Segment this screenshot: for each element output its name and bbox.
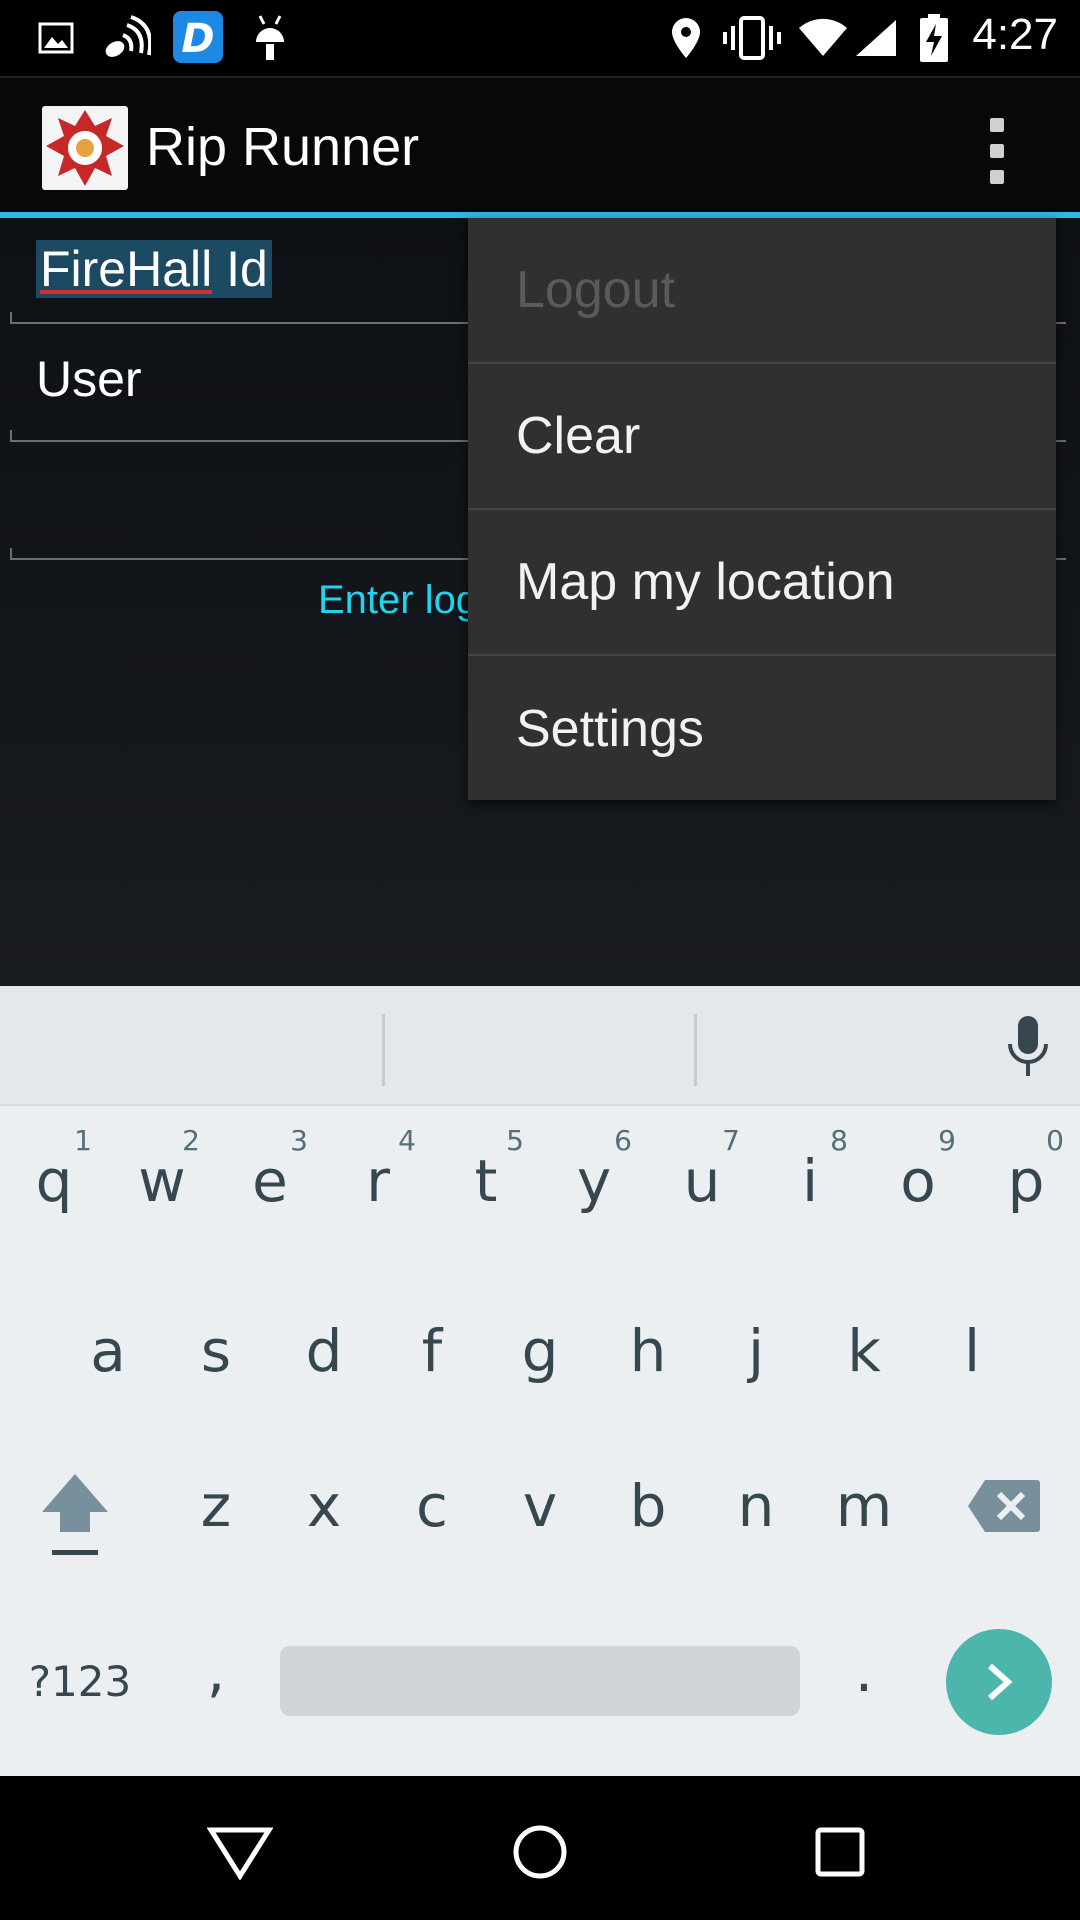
- signal-broadcast-icon: [100, 14, 152, 62]
- android-debug-icon: [250, 14, 290, 62]
- firehall-value: FireHall Id: [40, 241, 268, 297]
- menu-item-clear[interactable]: Clear: [468, 364, 1056, 510]
- key-c[interactable]: c: [378, 1431, 486, 1581]
- key-comma[interactable]: ,: [162, 1596, 270, 1746]
- key-j[interactable]: j: [702, 1276, 810, 1426]
- space-bar[interactable]: [280, 1646, 800, 1716]
- vibrate-icon: [722, 14, 782, 62]
- key-hint: 7: [722, 1124, 740, 1157]
- key-b[interactable]: b: [594, 1431, 702, 1581]
- key-label: t: [474, 1147, 498, 1215]
- key-e[interactable]: e3: [216, 1106, 324, 1256]
- suggestion-divider: [382, 1014, 385, 1086]
- key-hint: 8: [830, 1124, 848, 1157]
- key-hint: 0: [1046, 1124, 1064, 1157]
- key-hint: 9: [938, 1124, 956, 1157]
- key-y[interactable]: y6: [540, 1106, 648, 1256]
- location-icon: [666, 14, 706, 62]
- key-hint: 6: [614, 1124, 632, 1157]
- key-label: o: [900, 1147, 936, 1215]
- wifi-icon: [798, 14, 848, 62]
- home-icon[interactable]: [500, 1812, 580, 1892]
- shift-icon: [42, 1474, 108, 1555]
- key-label: u: [683, 1147, 721, 1215]
- key-label: r: [366, 1147, 390, 1215]
- user-input[interactable]: User: [36, 350, 142, 408]
- overflow-menu-icon[interactable]: [974, 118, 1020, 184]
- key-k[interactable]: k: [810, 1276, 918, 1426]
- key-t[interactable]: t5: [432, 1106, 540, 1256]
- login-hint-text: Enter log: [318, 578, 479, 622]
- battery-charging-icon: [918, 14, 950, 62]
- microphone-icon[interactable]: [1006, 1014, 1050, 1085]
- menu-item-logout[interactable]: Logout: [468, 218, 1056, 364]
- key-label: p: [1007, 1147, 1045, 1215]
- key-p[interactable]: p0: [972, 1106, 1080, 1256]
- key-hint: 5: [506, 1124, 524, 1157]
- key-z[interactable]: z: [162, 1431, 270, 1581]
- key-u[interactable]: u7: [648, 1106, 756, 1256]
- key-n[interactable]: n: [702, 1431, 810, 1581]
- status-bar: D 4:27: [0, 0, 1080, 76]
- key-h[interactable]: h: [594, 1276, 702, 1426]
- status-time: 4:27: [972, 10, 1058, 59]
- shift-key[interactable]: [20, 1441, 130, 1591]
- key-l[interactable]: l: [918, 1276, 1026, 1426]
- key-hint: 4: [398, 1124, 416, 1157]
- svg-text:D: D: [181, 16, 214, 62]
- navigation-bar: [0, 1776, 1080, 1920]
- key-period[interactable]: .: [810, 1596, 918, 1746]
- key-label: i: [801, 1147, 819, 1215]
- spellcheck-underline: [40, 290, 212, 294]
- recents-icon[interactable]: [800, 1812, 880, 1892]
- key-q[interactable]: q1: [0, 1106, 108, 1256]
- key-o[interactable]: o9: [864, 1106, 972, 1256]
- key-w[interactable]: w2: [108, 1106, 216, 1256]
- app-logo: [42, 106, 128, 190]
- key-hint: 2: [182, 1124, 200, 1157]
- image-icon: [36, 14, 76, 62]
- key-hint: 3: [290, 1124, 308, 1157]
- overflow-menu: Logout Clear Map my location Settings: [468, 218, 1056, 800]
- backspace-key[interactable]: [948, 1431, 1060, 1581]
- firehall-input[interactable]: FireHall Id: [36, 240, 272, 298]
- key-v[interactable]: v: [486, 1431, 594, 1581]
- back-icon[interactable]: [200, 1812, 280, 1892]
- menu-item-map-my-location[interactable]: Map my location: [468, 510, 1056, 656]
- soft-keyboard: q1 w2 e3 r4 t5 y6 u7 i8 o9 p0 a s d f g …: [0, 986, 1080, 1776]
- key-g[interactable]: g: [486, 1276, 594, 1426]
- key-m[interactable]: m: [810, 1431, 918, 1581]
- key-label: e: [252, 1147, 288, 1215]
- key-a[interactable]: a: [54, 1276, 162, 1426]
- suggestion-strip: [0, 986, 1080, 1106]
- suggestion-divider: [694, 1014, 697, 1086]
- key-i[interactable]: i8: [756, 1106, 864, 1256]
- key-r[interactable]: r4: [324, 1106, 432, 1256]
- enter-key[interactable]: [946, 1629, 1052, 1735]
- menu-item-settings[interactable]: Settings: [468, 656, 1056, 802]
- action-bar: Rip Runner: [0, 76, 1080, 214]
- backspace-icon: [968, 1480, 1040, 1532]
- key-s[interactable]: s: [162, 1276, 270, 1426]
- key-hint: 1: [74, 1124, 92, 1157]
- key-label: w: [138, 1147, 186, 1215]
- symbols-key[interactable]: ?123: [20, 1606, 140, 1756]
- chevron-right-icon: [988, 1663, 1013, 1701]
- key-d[interactable]: d: [270, 1276, 378, 1426]
- app-title: Rip Runner: [146, 117, 420, 177]
- key-label: y: [576, 1147, 612, 1215]
- key-x[interactable]: x: [270, 1431, 378, 1581]
- cell-signal-icon: [854, 14, 898, 62]
- key-label: q: [35, 1147, 73, 1215]
- key-f[interactable]: f: [378, 1276, 486, 1426]
- dict-app-icon: D: [172, 10, 224, 64]
